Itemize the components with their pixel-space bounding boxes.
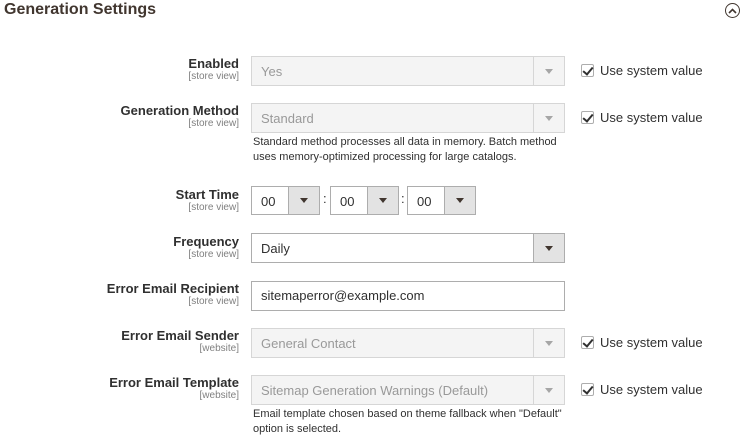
time-separator: : [323, 191, 327, 206]
dropdown-arrow-icon [533, 376, 564, 404]
error-email-sender-label-block: Error Email Sender [website] [121, 329, 239, 355]
note-line: Standard method processes all data in me… [253, 136, 557, 148]
frequency-scope: [store view] [188, 249, 239, 260]
start-time-minute-select[interactable]: 00 [330, 186, 399, 215]
generation-method-note: Standard method processes all data in me… [253, 135, 563, 165]
note-line: option is selected. [253, 423, 342, 435]
generation-method-use-system-value[interactable]: Use system value [581, 110, 703, 125]
start-time-hour-select[interactable]: 00 [251, 186, 320, 215]
error-email-recipient-label-block: Error Email Recipient [store view] [107, 282, 239, 308]
enabled-scope: [store view] [188, 71, 239, 82]
error-email-sender-select[interactable]: General Contact [251, 328, 565, 358]
dropdown-arrow-icon [533, 104, 564, 132]
error-email-template-note: Email template chosen based on theme fal… [253, 407, 563, 437]
frequency-select[interactable]: Daily [251, 233, 565, 263]
error-email-sender-use-system-value[interactable]: Use system value [581, 335, 703, 350]
use-system-value-label: Use system value [600, 63, 703, 78]
collapse-section-button[interactable] [725, 3, 740, 18]
generation-method-label: Generation Method [120, 103, 239, 118]
generation-method-scope: [store view] [188, 118, 239, 129]
frequency-label: Frequency [173, 234, 239, 249]
error-email-sender-scope: [website] [199, 343, 239, 354]
error-email-template-use-system-value[interactable]: Use system value [581, 382, 703, 397]
use-system-value-label: Use system value [600, 335, 703, 350]
error-email-sender-label: Error Email Sender [121, 328, 239, 343]
dropdown-arrow-icon [533, 329, 564, 357]
error-email-template-label: Error Email Template [109, 375, 239, 390]
section-title: Generation Settings [4, 1, 157, 18]
start-time-label: Start Time [175, 187, 239, 202]
dropdown-arrow-icon [444, 187, 475, 214]
checkbox-checked-icon[interactable] [581, 383, 594, 396]
error-email-recipient-scope: [store view] [188, 296, 239, 307]
note-line: uses memory-optimized processing for lar… [253, 151, 517, 163]
generation-method-value: Standard [261, 111, 314, 126]
minute-value: 00 [340, 194, 355, 209]
hour-value: 00 [261, 194, 276, 209]
dropdown-arrow-icon [367, 187, 398, 214]
use-system-value-label: Use system value [600, 382, 703, 397]
note-line: Email template chosen based on theme fal… [253, 408, 562, 420]
generation-method-label-block: Generation Method [store view] [121, 104, 239, 130]
error-email-sender-value: General Contact [261, 336, 356, 351]
checkbox-checked-icon[interactable] [581, 64, 594, 77]
start-time-second-select[interactable]: 00 [407, 186, 476, 215]
dropdown-arrow-icon [533, 57, 564, 85]
frequency-label-block: Frequency [store view] [173, 235, 239, 261]
use-system-value-label: Use system value [600, 110, 703, 125]
error-email-template-select[interactable]: Sitemap Generation Warnings (Default) [251, 375, 565, 405]
time-separator: : [401, 191, 405, 206]
dropdown-arrow-icon [288, 187, 319, 214]
checkbox-checked-icon[interactable] [581, 336, 594, 349]
start-time-scope: [store view] [188, 202, 239, 213]
error-email-template-value: Sitemap Generation Warnings (Default) [261, 383, 489, 398]
enabled-label-block: Enabled [store view] [188, 57, 239, 83]
error-email-recipient-label: Error Email Recipient [106, 281, 239, 296]
error-email-template-label-block: Error Email Template [website] [109, 376, 239, 402]
enabled-label: Enabled [188, 56, 239, 71]
generation-method-select[interactable]: Standard [251, 103, 565, 133]
error-email-recipient-input[interactable]: sitemaperror@example.com [251, 281, 565, 311]
enabled-use-system-value[interactable]: Use system value [581, 63, 703, 78]
second-value: 00 [417, 194, 432, 209]
error-email-template-scope: [website] [199, 390, 239, 401]
checkbox-checked-icon[interactable] [581, 111, 594, 124]
frequency-value: Daily [261, 241, 290, 256]
enabled-value: Yes [261, 64, 283, 79]
chevron-up-icon [728, 7, 737, 14]
enabled-select[interactable]: Yes [251, 56, 565, 86]
start-time-label-block: Start Time [store view] [176, 188, 239, 214]
dropdown-arrow-icon [533, 234, 564, 262]
